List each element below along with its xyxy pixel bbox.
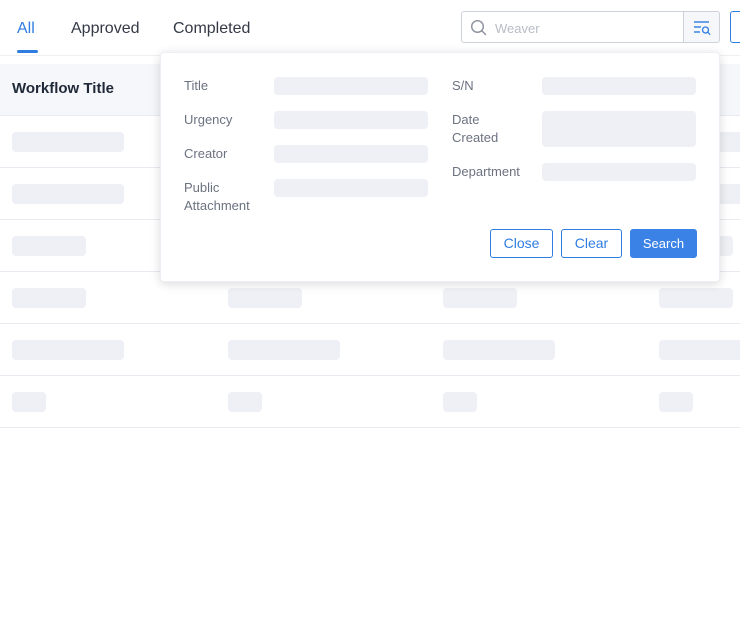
skeleton-cell bbox=[12, 184, 124, 204]
skeleton-cell bbox=[12, 340, 124, 360]
field-label-sn: S/N bbox=[452, 78, 474, 93]
date-created-picker[interactable] bbox=[542, 111, 696, 147]
skeleton-cell bbox=[228, 340, 340, 360]
creator-input[interactable] bbox=[274, 145, 428, 163]
field-label-title: Title bbox=[184, 78, 209, 93]
tab-completed[interactable]: Completed bbox=[173, 20, 250, 38]
toolbar-button[interactable] bbox=[730, 11, 740, 43]
skeleton-cell bbox=[659, 340, 740, 360]
table-row[interactable] bbox=[0, 324, 740, 376]
table-row[interactable] bbox=[0, 376, 740, 428]
field-label-date-created: Date Created bbox=[452, 112, 499, 145]
skeleton-cell bbox=[12, 132, 124, 152]
active-tab-indicator bbox=[17, 50, 38, 53]
search-input[interactable] bbox=[495, 18, 675, 38]
search-icon bbox=[470, 19, 487, 36]
department-input[interactable] bbox=[542, 163, 696, 181]
title-input[interactable] bbox=[274, 77, 428, 95]
advanced-search-panel: Title Urgency Creator Public Attachment … bbox=[160, 52, 720, 282]
skeleton-cell bbox=[443, 340, 555, 360]
skeleton-cell bbox=[659, 288, 733, 308]
field-label-public-attachment: Public Attachment bbox=[184, 180, 250, 213]
skeleton-cell bbox=[659, 392, 693, 412]
field-label-department: Department bbox=[452, 164, 520, 179]
skeleton-cell bbox=[12, 392, 46, 412]
tab-approved[interactable]: Approved bbox=[71, 20, 140, 38]
close-button[interactable]: Close bbox=[490, 229, 553, 258]
public-attachment-input[interactable] bbox=[274, 179, 428, 197]
skeleton-cell bbox=[443, 392, 477, 412]
field-label-creator: Creator bbox=[184, 146, 228, 161]
advanced-filter-icon bbox=[694, 21, 711, 35]
field-label-urgency: Urgency bbox=[184, 112, 233, 127]
advanced-search-button[interactable] bbox=[684, 11, 720, 43]
tab-all[interactable]: All bbox=[17, 20, 35, 38]
search-button[interactable]: Search bbox=[630, 229, 697, 258]
skeleton-cell bbox=[12, 288, 86, 308]
skeleton-cell bbox=[228, 288, 302, 308]
skeleton-cell bbox=[12, 236, 86, 256]
urgency-select[interactable] bbox=[274, 111, 428, 129]
search-box bbox=[461, 11, 684, 43]
skeleton-cell bbox=[228, 392, 262, 412]
sn-input[interactable] bbox=[542, 77, 696, 95]
column-header-workflow-title[interactable]: Workflow Title bbox=[12, 80, 114, 97]
clear-button[interactable]: Clear bbox=[561, 229, 622, 258]
skeleton-cell bbox=[443, 288, 517, 308]
